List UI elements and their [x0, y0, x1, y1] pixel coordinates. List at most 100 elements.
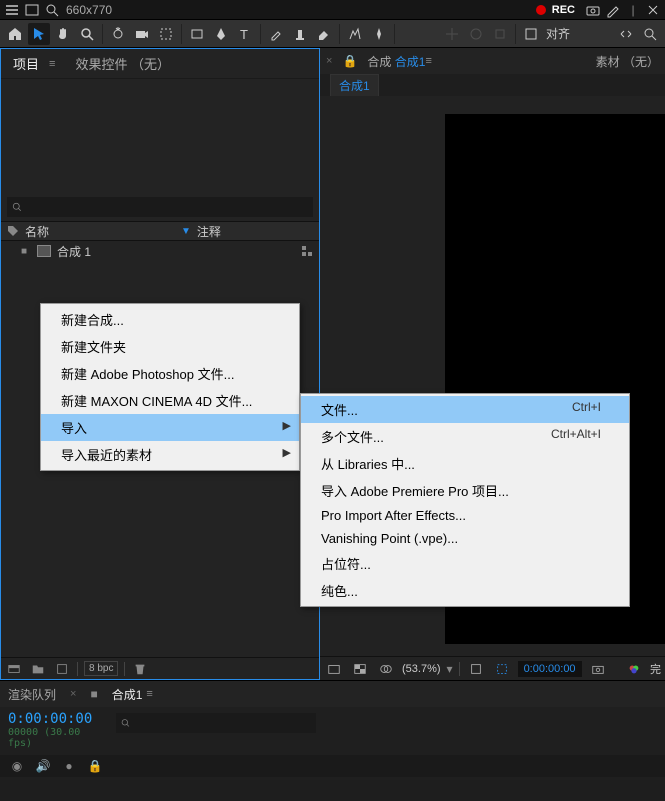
close-icon[interactable] — [645, 2, 661, 18]
snap-checkbox[interactable] — [520, 23, 542, 45]
hand-tool[interactable] — [52, 23, 74, 45]
solo-toggle-icon[interactable]: ● — [60, 758, 78, 774]
item-name[interactable]: 合成 1 — [57, 243, 295, 260]
pan-behind-tool[interactable] — [155, 23, 177, 45]
search-icon — [11, 201, 23, 213]
column-comment[interactable]: 注释 — [197, 223, 221, 240]
record-indicator-icon — [536, 5, 546, 15]
menu-new-composition[interactable]: 新建合成... — [41, 306, 299, 333]
project-search-input[interactable] — [27, 201, 309, 213]
menu-new-folder[interactable]: 新建文件夹 — [41, 333, 299, 360]
timeline-panel: 渲染队列 × ■ 合成1 ≡ 0:00:00:00 00000 (30.00 f… — [0, 680, 665, 780]
search-icon[interactable] — [44, 2, 60, 18]
local-axis-tool — [441, 23, 463, 45]
comp-breadcrumb[interactable]: 合成 合成1 — [367, 53, 425, 70]
brush-tool[interactable] — [265, 23, 287, 45]
tag-column-icon[interactable] — [7, 225, 19, 237]
search-tool-icon[interactable] — [639, 23, 661, 45]
menu-solid[interactable]: 纯色... — [301, 577, 629, 604]
menu-new-photoshop[interactable]: 新建 Adobe Photoshop 文件... — [41, 360, 299, 387]
column-name[interactable]: 名称 — [25, 223, 175, 240]
zoom-level[interactable]: (53.7%) — [402, 663, 441, 675]
toggle-alpha-icon[interactable] — [350, 660, 370, 678]
tab-project[interactable]: 项目 — [9, 50, 43, 77]
menu-import[interactable]: 导入▶ — [41, 414, 299, 441]
rectangle-tool[interactable] — [186, 23, 208, 45]
new-folder-icon[interactable] — [29, 660, 47, 678]
roto-tool[interactable] — [344, 23, 366, 45]
puppet-tool[interactable] — [368, 23, 390, 45]
record-label: REC — [552, 4, 575, 16]
viewer-time[interactable]: 0:00:00:00 — [518, 661, 582, 677]
region-icon[interactable] — [492, 660, 512, 678]
expand-toggle-icon[interactable]: ■ — [21, 246, 31, 257]
composition-icon — [37, 245, 51, 257]
timeline-fps: 00000 (30.00 fps) — [8, 727, 102, 749]
menu-new-c4d[interactable]: 新建 MAXON CINEMA 4D 文件... — [41, 387, 299, 414]
project-context-menu: 新建合成... 新建文件夹 新建 Adobe Photoshop 文件... 新… — [40, 303, 300, 471]
hamburger-icon[interactable] — [4, 2, 20, 18]
tl-tab-close-icon[interactable]: × — [70, 688, 76, 700]
view-axis-tool — [489, 23, 511, 45]
new-comp-icon[interactable] — [53, 660, 71, 678]
lock-toggle-icon[interactable]: 🔒 — [86, 758, 104, 774]
flowchart-icon[interactable] — [301, 245, 313, 257]
pen-tool[interactable] — [210, 23, 232, 45]
tab-render-queue[interactable]: 渲染队列 — [8, 686, 56, 703]
camera-tool[interactable] — [131, 23, 153, 45]
menu-import-libraries[interactable]: 从 Libraries 中... — [301, 450, 629, 477]
panel-menu-icon[interactable]: ≡ — [49, 58, 55, 70]
svg-text:T: T — [240, 27, 248, 42]
grid-icon[interactable] — [324, 660, 344, 678]
edit-icon[interactable] — [605, 2, 621, 18]
eraser-tool[interactable] — [313, 23, 335, 45]
sort-indicator-icon[interactable]: ▼ — [181, 226, 191, 237]
done-label: 完 — [650, 661, 661, 677]
item-color-tag — [7, 244, 15, 258]
trash-icon[interactable] — [131, 660, 149, 678]
selection-tool[interactable] — [28, 23, 50, 45]
mask-icon[interactable] — [376, 660, 396, 678]
search-dimensions: 660x770 — [66, 3, 112, 17]
rotate-tool[interactable] — [107, 23, 129, 45]
menu-vanishing-point[interactable]: Vanishing Point (.vpe)... — [301, 527, 629, 550]
tab-close-icon[interactable]: × — [326, 55, 332, 67]
home-tool[interactable] — [4, 23, 26, 45]
snapshot-icon[interactable] — [588, 660, 608, 678]
comp-panel-menu-icon[interactable]: ≡ — [425, 55, 431, 67]
camera-icon[interactable] — [585, 2, 601, 18]
expand-icon[interactable] — [615, 23, 637, 45]
bpc-indicator[interactable]: 8 bpc — [84, 661, 118, 676]
text-tool[interactable]: T — [234, 23, 256, 45]
menu-import-file[interactable]: 文件...Ctrl+I — [301, 396, 629, 423]
divider-icon: | — [625, 2, 641, 18]
tab-material[interactable]: 素材 （无） — [576, 53, 659, 70]
menu-import-recent[interactable]: 导入最近的素材▶ — [41, 441, 299, 468]
channels-icon[interactable] — [624, 660, 644, 678]
import-submenu: 文件...Ctrl+I 多个文件...Ctrl+Alt+I 从 Librarie… — [300, 393, 630, 607]
video-toggle-icon[interactable]: ◉ — [8, 758, 26, 774]
timeline-current-time[interactable]: 0:00:00:00 — [8, 711, 102, 727]
audio-toggle-icon[interactable]: 🔊 — [34, 758, 52, 774]
snap-label: 对齐 — [546, 25, 570, 42]
window-icon[interactable] — [24, 2, 40, 18]
resolution-icon[interactable] — [466, 660, 486, 678]
menu-pro-import[interactable]: Pro Import After Effects... — [301, 504, 629, 527]
menu-import-multiple[interactable]: 多个文件...Ctrl+Alt+I — [301, 423, 629, 450]
zoom-tool[interactable] — [76, 23, 98, 45]
menu-import-premiere[interactable]: 导入 Adobe Premiere Pro 项目... — [301, 477, 629, 504]
search-icon — [120, 717, 131, 729]
menu-placeholder[interactable]: 占位符... — [301, 550, 629, 577]
world-axis-tool — [465, 23, 487, 45]
clone-tool[interactable] — [289, 23, 311, 45]
project-item-row[interactable]: ■ 合成 1 — [1, 241, 319, 261]
lock-icon[interactable]: 🔒 — [342, 54, 357, 68]
interpret-footage-icon[interactable] — [5, 660, 23, 678]
comp-crumb[interactable]: 合成1 — [330, 74, 379, 97]
project-search[interactable] — [7, 197, 313, 217]
timeline-search-input[interactable] — [135, 716, 312, 731]
tl-panel-menu-icon[interactable]: ≡ — [146, 688, 152, 700]
timeline-search[interactable] — [116, 713, 316, 733]
tab-timeline-comp[interactable]: 合成1 — [112, 686, 143, 703]
tab-effect-controls[interactable]: 效果控件 （无） — [71, 50, 174, 77]
